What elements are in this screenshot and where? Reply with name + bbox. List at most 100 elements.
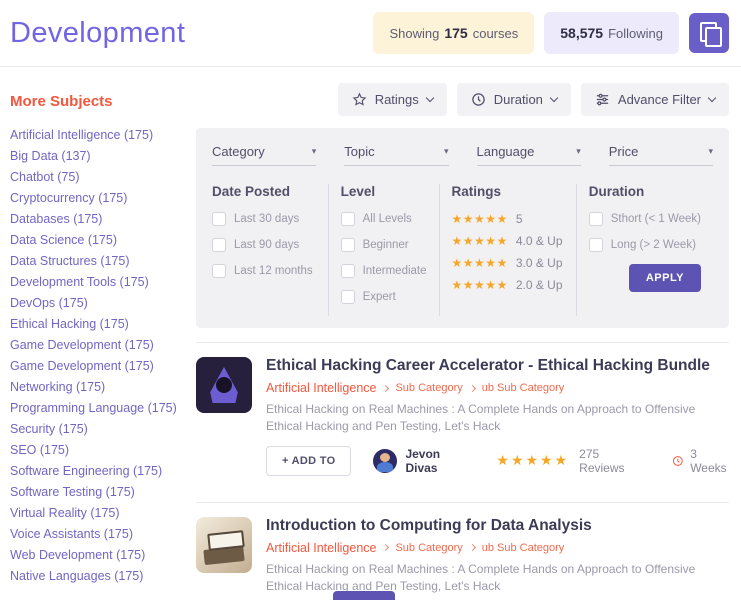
checkbox-long-duration[interactable]: Long (> 2 Week) (589, 238, 701, 252)
chevron-right-icon (469, 544, 476, 551)
add-to-button[interactable]: + ADD TO (266, 446, 351, 476)
chevron-down-icon (708, 94, 716, 102)
sidebar-item-software-engineering[interactable]: Software Engineering (175) (10, 461, 196, 482)
language-select[interactable]: Language ▾ (477, 144, 581, 166)
checkbox-intermediate[interactable]: Intermediate (341, 264, 427, 278)
following-label: Following (608, 26, 663, 41)
rating-label: 2.0 & Up (516, 278, 563, 292)
reviews-count[interactable]: 275 Reviews (579, 447, 625, 475)
rating-filter-2-up[interactable]: ★★★★★ 2.0 & Up (452, 278, 564, 292)
breadcrumb-subcategory[interactable]: Sub Category (395, 382, 462, 394)
checkbox-icon (589, 212, 603, 226)
filter-button-row: Ratings Duration Advance Filter (196, 83, 729, 116)
duration-label: 3 Weeks (690, 447, 729, 475)
sidebar-item-virtual-reality[interactable]: Virtual Reality (175) (10, 503, 196, 524)
sidebar-item-software-testing[interactable]: Software Testing (175) (10, 482, 196, 503)
sidebar-item-big-data[interactable]: Big Data (137) (10, 146, 196, 167)
duration-section: Duration Sthort (< 1 Week) Long (> 2 Wee… (576, 184, 713, 316)
sidebar-item-native-languages[interactable]: Native Languages (175) (10, 566, 196, 587)
course-footer: + ADD TO Jevon Divas ★★★★★ 275 Reviews 3… (266, 446, 729, 476)
course-card: Introduction to Computing for Data Analy… (196, 503, 729, 600)
header-right: Showing 175 courses 58,575 Following (373, 12, 729, 54)
apply-button[interactable]: APPLY (629, 264, 701, 292)
rating-filter-3-up[interactable]: ★★★★★ 3.0 & Up (452, 256, 564, 270)
topic-select[interactable]: Topic ▾ (344, 144, 448, 166)
rating-filter-5[interactable]: ★★★★★ 5 (452, 212, 564, 226)
chevron-down-icon (550, 94, 558, 102)
sidebar-item-databases[interactable]: Databases (175) (10, 209, 196, 230)
copy-icon (689, 13, 729, 53)
checkbox-label: Last 12 months (234, 265, 313, 277)
sidebar-item-development-tools[interactable]: Development Tools (175) (10, 272, 196, 293)
checkbox-label: Expert (363, 291, 396, 303)
checkbox-last-30-days[interactable]: Last 30 days (212, 212, 316, 226)
rating-filter-4-up[interactable]: ★★★★★ 4.0 & Up (452, 234, 564, 248)
price-select-value: Price (609, 144, 639, 159)
breadcrumb-sub-subcategory[interactable]: ub Sub Category (482, 542, 565, 554)
price-select[interactable]: Price ▾ (609, 144, 713, 166)
star-icon (352, 92, 367, 107)
ratings-filter-button[interactable]: Ratings (338, 83, 447, 116)
following-count-badge: 58,575 Following (544, 12, 679, 54)
course-title[interactable]: Introduction to Computing for Data Analy… (266, 517, 729, 535)
course-description: Ethical Hacking on Real Machines : A Com… (266, 401, 729, 436)
level-heading: Level (341, 184, 427, 199)
courses-badge-prefix: Showing (389, 26, 439, 41)
courses-badge-count: 175 (444, 25, 467, 41)
checkbox-expert[interactable]: Expert (341, 290, 427, 304)
checkbox-icon (341, 290, 355, 304)
checkbox-label: All Levels (363, 213, 412, 225)
course-rating: ★★★★★ 275 Reviews (496, 447, 625, 475)
header: Development Showing 175 courses 58,575 F… (0, 0, 741, 66)
checkbox-last-90-days[interactable]: Last 90 days (212, 238, 316, 252)
view-switch-button[interactable] (689, 13, 729, 53)
stars-icon: ★★★★★ (452, 278, 508, 292)
sidebar-item-game-development[interactable]: Game Development (175) (10, 356, 196, 377)
clock-icon (471, 92, 486, 107)
sidebar-item-devops[interactable]: DevOps (175) (10, 293, 196, 314)
checkbox-beginner[interactable]: Beginner (341, 238, 427, 252)
date-posted-heading: Date Posted (212, 184, 316, 199)
sidebar-item-data-science[interactable]: Data Science (175) (10, 230, 196, 251)
sidebar-item-chatbot[interactable]: Chatbot (75) (10, 167, 196, 188)
sidebar: More Subjects Artificial Intelligence (1… (10, 67, 196, 600)
breadcrumb-category[interactable]: Artificial Intelligence (266, 381, 376, 395)
filter-columns: Date Posted Last 30 days Last 90 days La… (212, 184, 713, 316)
sidebar-item-programming-language[interactable]: Programming Language (175) (10, 398, 196, 419)
sidebar-item-networking[interactable]: Networking (175) (10, 377, 196, 398)
course-author[interactable]: Jevon Divas (373, 447, 460, 475)
course-duration: 3 Weeks (672, 447, 730, 475)
course-thumbnail[interactable] (196, 517, 252, 573)
ratings-section: Ratings ★★★★★ 5 ★★★★★ 4.0 & Up ★★★★★ 3.0… (439, 184, 576, 316)
rating-label: 3.0 & Up (516, 256, 563, 270)
level-section: Level All Levels Beginner Intermediate (328, 184, 439, 316)
breadcrumb-subcategory[interactable]: Sub Category (395, 542, 462, 554)
sidebar-item-seo[interactable]: SEO (175) (10, 440, 196, 461)
ratings-heading: Ratings (452, 184, 564, 199)
checkbox-short-duration[interactable]: Sthort (< 1 Week) (589, 212, 701, 226)
checkbox-last-12-months[interactable]: Last 12 months (212, 264, 316, 278)
breadcrumb-sub-subcategory[interactable]: ub Sub Category (482, 382, 565, 394)
category-select[interactable]: Category ▾ (212, 144, 316, 166)
sidebar-item-web-development[interactable]: Web Development (175) (10, 545, 196, 566)
load-more-button[interactable] (333, 591, 395, 600)
checkbox-all-levels[interactable]: All Levels (341, 212, 427, 226)
sidebar-item-artificial-intelligence[interactable]: Artificial Intelligence (175) (10, 125, 196, 146)
sidebar-item-security[interactable]: Security (175) (10, 419, 196, 440)
checkbox-icon (341, 238, 355, 252)
advance-filter-button[interactable]: Advance Filter (581, 83, 729, 116)
rating-label: 5 (516, 212, 523, 226)
ratings-filter-label: Ratings (375, 92, 419, 107)
course-thumbnail[interactable] (196, 357, 252, 413)
duration-filter-label: Duration (494, 92, 543, 107)
sidebar-item-game-development[interactable]: Game Development (175) (10, 335, 196, 356)
advance-filter-label: Advance Filter (618, 92, 701, 107)
date-posted-section: Date Posted Last 30 days Last 90 days La… (212, 184, 328, 316)
course-title[interactable]: Ethical Hacking Career Accelerator - Eth… (266, 357, 729, 375)
sidebar-item-voice-assistants[interactable]: Voice Assistants (175) (10, 524, 196, 545)
duration-filter-button[interactable]: Duration (457, 83, 571, 116)
sidebar-item-data-structures[interactable]: Data Structures (175) (10, 251, 196, 272)
sidebar-item-ethical-hacking[interactable]: Ethical Hacking (175) (10, 314, 196, 335)
breadcrumb-category[interactable]: Artificial Intelligence (266, 541, 376, 555)
sidebar-item-cryptocurrency[interactable]: Cryptocurrency (175) (10, 188, 196, 209)
